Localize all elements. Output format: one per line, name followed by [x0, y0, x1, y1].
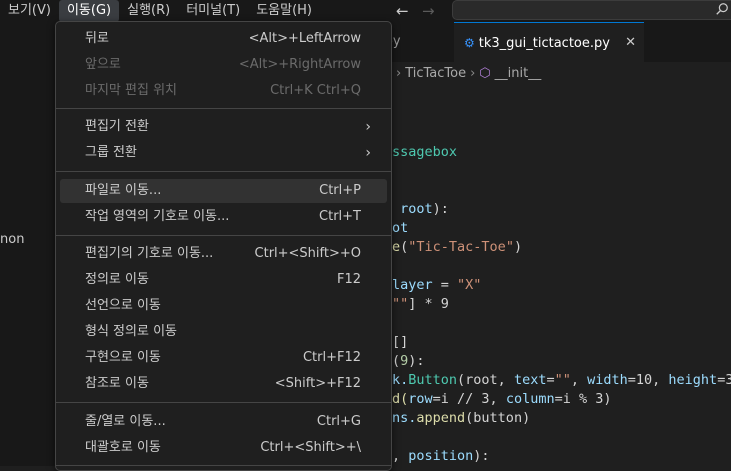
menu-item-label: 구현으로 이동: [85, 350, 161, 365]
command-center-search[interactable]: [452, 0, 731, 20]
menu-item-switch-editor[interactable]: 편집기 전환 ›: [60, 115, 387, 139]
menu-item-back[interactable]: 뒤로 <Alt>+LeftArrow: [60, 27, 387, 51]
code-line: e("Tic-Tac-Toe"): [392, 239, 523, 255]
menu-item-shortcut: Ctrl+T: [319, 209, 361, 224]
menu-item-label: 정의로 이동: [85, 272, 149, 287]
sidebar-item-label[interactable]: non: [0, 232, 24, 247]
menu-item-go-to-implementation[interactable]: 구현으로 이동 Ctrl+F12: [60, 346, 387, 370]
code-line: , position):: [392, 448, 490, 464]
python-file-icon: ⚙: [464, 36, 475, 50]
menu-item-shortcut: Ctrl+K Ctrl+Q: [270, 83, 361, 98]
menu-item-label: 그룹 전환: [85, 145, 137, 160]
menu-item-label: 참조로 이동: [85, 376, 149, 391]
menu-terminal[interactable]: 터미널(T): [178, 0, 248, 22]
code-line: d(row=i // 3, column=i % 3): [392, 391, 612, 407]
code-line: k.Button(root, text="", width=10, height…: [392, 372, 731, 388]
code-line: layer = "X": [392, 277, 482, 293]
menu-separator: [56, 171, 391, 172]
menu-item-go-to-bracket[interactable]: 대괄호로 이동 Ctrl+<Shift>+\: [60, 436, 387, 460]
menu-item-label: 줄/열로 이동...: [85, 414, 166, 429]
code-line: []: [392, 334, 409, 350]
chevron-right-icon: ›: [365, 145, 371, 161]
code-line: ns.append(button): [392, 410, 531, 426]
menu-item-shortcut: Ctrl+<Shift>+\: [260, 440, 361, 455]
breadcrumb: › TicTacToe › ⬡ __init__: [392, 64, 541, 84]
menu-item-last-edit-location[interactable]: 마지막 편집 위치 Ctrl+K Ctrl+Q: [60, 79, 387, 103]
sidebar: non: [0, 22, 56, 466]
code-line: ot: [392, 220, 409, 236]
menu-item-shortcut: <Alt>+LeftArrow: [248, 31, 361, 46]
chevron-right-icon: ›: [396, 66, 402, 81]
menu-separator: [56, 235, 391, 236]
chevron-right-icon: ›: [365, 119, 371, 135]
menu-item-label: 편집기 전환: [85, 119, 149, 134]
menu-item-label: 선언으로 이동: [85, 298, 161, 313]
menu-item-label: 마지막 편집 위치: [85, 83, 177, 98]
menu-item-go-to-declaration[interactable]: 선언으로 이동: [60, 294, 387, 318]
code-line: root):: [400, 201, 449, 217]
code-line: ""] * 9: [392, 296, 449, 312]
menu-item-shortcut: Ctrl+<Shift>+O: [254, 246, 361, 261]
menu-item-shortcut: <Alt>+RightArrow: [238, 57, 361, 72]
menu-item-label: 형식 정의로 이동: [85, 324, 177, 339]
go-menu-dropdown: 뒤로 <Alt>+LeftArrow 앞으로 <Alt>+RightArrow …: [55, 21, 392, 471]
code-line: (9):: [392, 353, 425, 369]
menu-item-go-to-line[interactable]: 줄/열로 이동... Ctrl+G: [60, 410, 387, 434]
menu-item-shortcut: Ctrl+G: [316, 414, 361, 429]
menu-item-go-to-file[interactable]: 파일로 이동... Ctrl+P: [60, 179, 387, 203]
menu-item-shortcut: Ctrl+F12: [302, 350, 361, 365]
breadcrumb-method[interactable]: __init__: [495, 66, 542, 81]
menu-item-label: 앞으로: [85, 57, 121, 72]
menu-item-label: 편집기의 기호로 이동...: [85, 246, 214, 261]
menu-separator: [56, 108, 391, 109]
menu-item-shortcut: Ctrl+P: [319, 183, 361, 198]
menu-go[interactable]: 이동(G): [58, 0, 120, 22]
arrow-right-icon[interactable]: →: [422, 2, 435, 20]
menu-item-label: 파일로 이동...: [85, 183, 162, 198]
breadcrumb-class[interactable]: TicTacToe: [405, 66, 466, 81]
menu-item-go-to-definition[interactable]: 정의로 이동 F12: [60, 268, 387, 292]
search-icon: [716, 3, 728, 15]
menu-item-go-to-references[interactable]: 참조로 이동 <Shift>+F12: [60, 372, 387, 396]
menu-run[interactable]: 실행(R): [119, 0, 178, 22]
arrow-left-icon[interactable]: ←: [396, 2, 409, 20]
menu-help[interactable]: 도움말(H): [248, 0, 320, 22]
menu-item-shortcut: <Shift>+F12: [274, 376, 361, 391]
chevron-right-icon: ›: [470, 66, 476, 81]
menu-item-go-to-workspace-symbol[interactable]: 작업 영역의 기호로 이동... Ctrl+T: [60, 205, 387, 229]
menu-item-go-to-type-definition[interactable]: 형식 정의로 이동: [60, 320, 387, 344]
close-icon[interactable]: ✕: [625, 23, 636, 63]
tab-tictactoe-py[interactable]: ⚙ tk3_gui_tictactoe.py ✕: [454, 22, 644, 62]
menu-item-label: 작업 영역의 기호로 이동...: [85, 209, 230, 224]
menu-item-shortcut: F12: [336, 272, 361, 287]
menu-item-label: 뒤로: [85, 31, 109, 46]
tab-label: tk3_gui_tictactoe.py: [478, 36, 610, 51]
menu-item-forward[interactable]: 앞으로 <Alt>+RightArrow: [60, 53, 387, 77]
menu-view[interactable]: 보기(V): [0, 0, 59, 22]
menu-item-label: 대괄호로 이동: [85, 440, 161, 455]
menu-item-go-to-editor-symbol[interactable]: 편집기의 기호로 이동... Ctrl+<Shift>+O: [60, 242, 387, 266]
menu-separator: [56, 402, 391, 403]
method-cube-icon: ⬡: [479, 66, 491, 81]
code-line: ssagebox: [392, 144, 458, 160]
menu-item-switch-group[interactable]: 그룹 전환 ›: [60, 141, 387, 165]
